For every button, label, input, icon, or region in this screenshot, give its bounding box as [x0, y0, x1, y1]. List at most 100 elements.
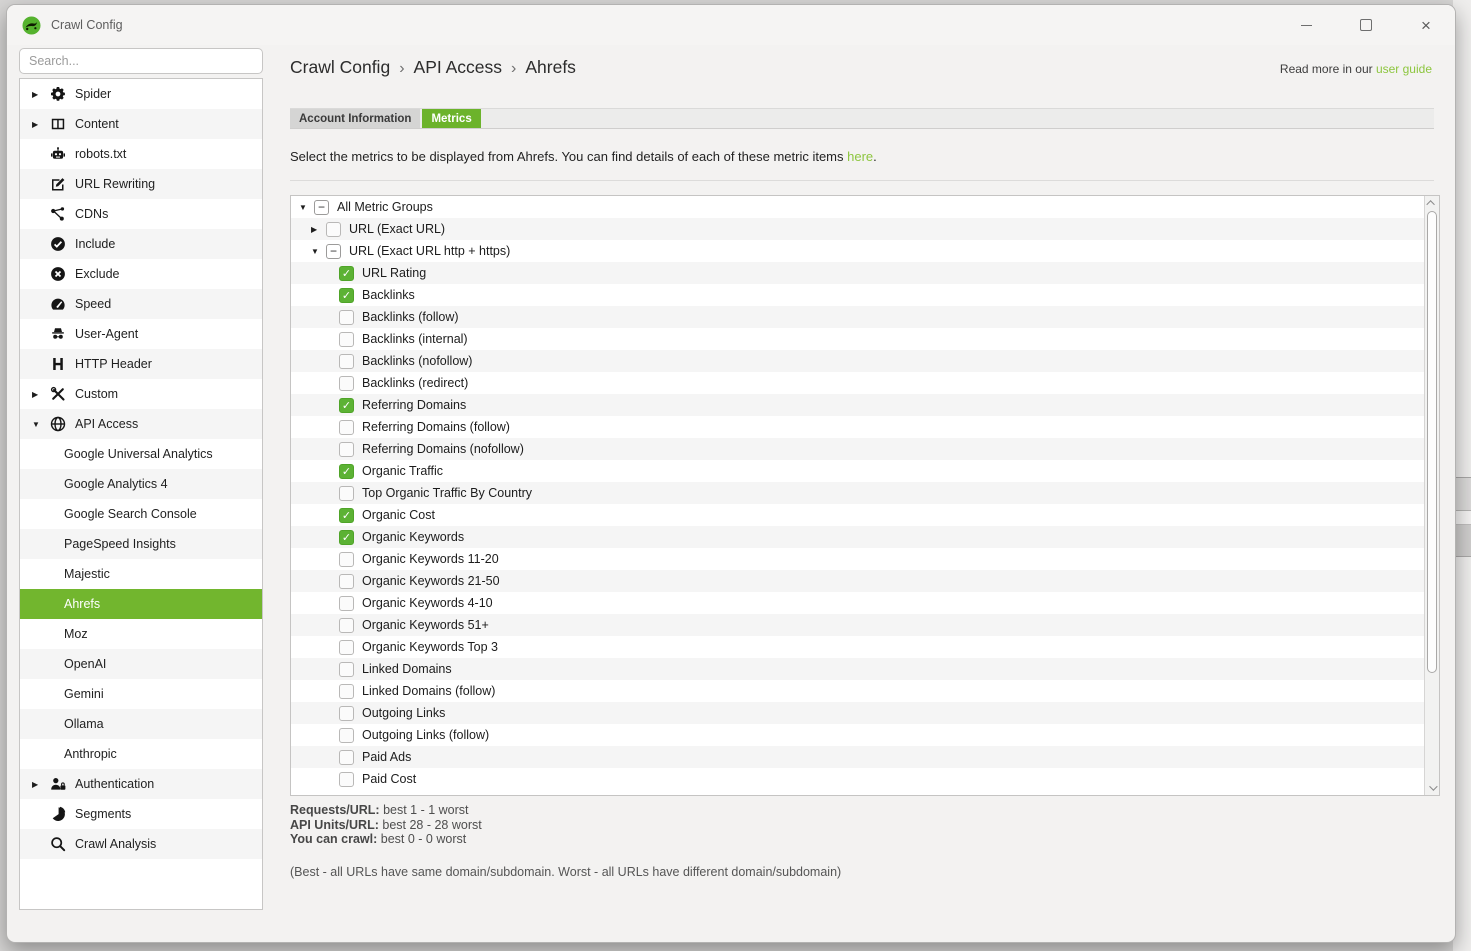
sidebar-item-gemini[interactable]: Gemini	[20, 679, 262, 709]
checkbox-unchecked[interactable]	[339, 706, 354, 721]
checkbox-unchecked[interactable]	[339, 376, 354, 391]
metric-row-organic-keywords-top-3[interactable]: Organic Keywords Top 3	[291, 636, 1424, 658]
sidebar-item-pagespeed-insights[interactable]: PageSpeed Insights	[20, 529, 262, 559]
metric-row-organic-traffic[interactable]: Organic Traffic	[291, 460, 1424, 482]
sidebar-item-http-header[interactable]: HTTP Header	[20, 349, 262, 379]
metric-row-organic-keywords-51[interactable]: Organic Keywords 51+	[291, 614, 1424, 636]
checkbox-unchecked[interactable]	[339, 486, 354, 501]
sidebar-item-crawl-analysis[interactable]: Crawl Analysis	[20, 829, 262, 859]
maximize-icon[interactable]	[1351, 11, 1381, 39]
metric-row-backlinks-redirect[interactable]: Backlinks (redirect)	[291, 372, 1424, 394]
checkbox-unchecked[interactable]	[339, 332, 354, 347]
checkbox-unchecked[interactable]	[339, 552, 354, 567]
metric-row-organic-keywords-21-50[interactable]: Organic Keywords 21-50	[291, 570, 1424, 592]
checkbox-unchecked[interactable]	[339, 618, 354, 633]
chevron-down-icon[interactable]: ▼	[32, 420, 50, 429]
chevron-right-icon[interactable]: ▶	[32, 780, 50, 789]
checkbox-unchecked[interactable]	[339, 596, 354, 611]
sidebar-item-user-agent[interactable]: User-Agent	[20, 319, 262, 349]
metric-row-organic-cost[interactable]: Organic Cost	[291, 504, 1424, 526]
close-icon[interactable]: ×	[1411, 11, 1441, 39]
metric-row-referring-domains[interactable]: Referring Domains	[291, 394, 1424, 416]
sidebar-item-authentication[interactable]: ▶ Authentication	[20, 769, 262, 799]
metric-row-paid-cost[interactable]: Paid Cost	[291, 768, 1424, 790]
chevron-down-icon[interactable]: ▼	[299, 203, 314, 212]
sidebar-item-google-universal-analytics[interactable]: Google Universal Analytics	[20, 439, 262, 469]
search-input[interactable]	[19, 48, 263, 74]
sidebar-item-anthropic[interactable]: Anthropic	[20, 739, 262, 769]
checkbox-checked[interactable]	[339, 530, 354, 545]
sidebar-item-ahrefs[interactable]: Ahrefs	[20, 589, 262, 619]
sidebar-item-exclude[interactable]: Exclude	[20, 259, 262, 289]
sidebar-item-robots-txt[interactable]: robots.txt	[20, 139, 262, 169]
sidebar-item-majestic[interactable]: Majestic	[20, 559, 262, 589]
checkbox-unchecked[interactable]	[339, 772, 354, 787]
scrollbar[interactable]	[1424, 196, 1439, 795]
checkbox-checked[interactable]	[339, 508, 354, 523]
chevron-right-icon[interactable]: ▶	[32, 390, 50, 399]
sidebar-item-google-search-console[interactable]: Google Search Console	[20, 499, 262, 529]
metric-row-outgoing-links[interactable]: Outgoing Links	[291, 702, 1424, 724]
scroll-down-icon[interactable]	[1425, 781, 1439, 795]
checkbox-unchecked[interactable]	[339, 750, 354, 765]
checkbox-unchecked[interactable]	[339, 640, 354, 655]
scroll-up-icon[interactable]	[1425, 196, 1439, 210]
metric-row-referring-domains-nofollow[interactable]: Referring Domains (nofollow)	[291, 438, 1424, 460]
tab-account-information[interactable]: Account Information	[290, 109, 420, 128]
chevron-right-icon[interactable]: ▶	[311, 225, 326, 234]
metric-row-url-exact-url-http-https[interactable]: ▼ URL (Exact URL http + https)	[291, 240, 1424, 262]
chevron-right-icon[interactable]: ▶	[32, 90, 50, 99]
metric-row-outgoing-links-follow[interactable]: Outgoing Links (follow)	[291, 724, 1424, 746]
sidebar-item-url-rewriting[interactable]: URL Rewriting	[20, 169, 262, 199]
sidebar-item-google-analytics-4[interactable]: Google Analytics 4	[20, 469, 262, 499]
scrollbar-thumb[interactable]	[1427, 211, 1437, 673]
metric-row-organic-keywords-11-20[interactable]: Organic Keywords 11-20	[291, 548, 1424, 570]
metric-row-organic-keywords[interactable]: Organic Keywords	[291, 526, 1424, 548]
sidebar-item-ollama[interactable]: Ollama	[20, 709, 262, 739]
sidebar-item-content[interactable]: ▶ Content	[20, 109, 262, 139]
metric-row-backlinks-internal[interactable]: Backlinks (internal)	[291, 328, 1424, 350]
checkbox-unchecked[interactable]	[339, 420, 354, 435]
minimize-icon[interactable]	[1291, 11, 1321, 39]
checkbox-unchecked[interactable]	[339, 442, 354, 457]
sidebar-item-speed[interactable]: Speed	[20, 289, 262, 319]
metric-row-referring-domains-follow[interactable]: Referring Domains (follow)	[291, 416, 1424, 438]
metric-row-backlinks-nofollow[interactable]: Backlinks (nofollow)	[291, 350, 1424, 372]
checkbox-indeterminate[interactable]	[326, 244, 341, 259]
metric-row-url-exact-url[interactable]: ▶ URL (Exact URL)	[291, 218, 1424, 240]
checkbox-unchecked[interactable]	[339, 728, 354, 743]
metric-row-backlinks-follow[interactable]: Backlinks (follow)	[291, 306, 1424, 328]
sidebar-item-include[interactable]: Include	[20, 229, 262, 259]
sidebar-item-segments[interactable]: Segments	[20, 799, 262, 829]
metric-row-url-rating[interactable]: URL Rating	[291, 262, 1424, 284]
metric-row-all-metric-groups[interactable]: ▼ All Metric Groups	[291, 196, 1424, 218]
tab-metrics[interactable]: Metrics	[422, 109, 480, 128]
here-link[interactable]: here	[847, 149, 873, 164]
user-guide-link[interactable]: user guide	[1376, 62, 1432, 76]
metric-row-top-organic-traffic-by-country[interactable]: Top Organic Traffic By Country	[291, 482, 1424, 504]
checkbox-unchecked[interactable]	[339, 574, 354, 589]
sidebar-item-api-access[interactable]: ▼ API Access	[20, 409, 262, 439]
checkbox-unchecked[interactable]	[339, 354, 354, 369]
checkbox-unchecked[interactable]	[339, 310, 354, 325]
metric-row-linked-domains[interactable]: Linked Domains	[291, 658, 1424, 680]
checkbox-unchecked[interactable]	[339, 662, 354, 677]
chevron-right-icon[interactable]: ▶	[32, 120, 50, 129]
sidebar-item-cdns[interactable]: CDNs	[20, 199, 262, 229]
metric-row-backlinks[interactable]: Backlinks	[291, 284, 1424, 306]
checkbox-indeterminate[interactable]	[314, 200, 329, 215]
checkbox-checked[interactable]	[339, 266, 354, 281]
checkbox-checked[interactable]	[339, 398, 354, 413]
checkbox-unchecked[interactable]	[326, 222, 341, 237]
sidebar-item-custom[interactable]: ▶ Custom	[20, 379, 262, 409]
checkbox-checked[interactable]	[339, 288, 354, 303]
metric-row-paid-ads[interactable]: Paid Ads	[291, 746, 1424, 768]
metric-row-linked-domains-follow[interactable]: Linked Domains (follow)	[291, 680, 1424, 702]
sidebar-item-spider[interactable]: ▶ Spider	[20, 79, 262, 109]
checkbox-checked[interactable]	[339, 464, 354, 479]
metric-row-organic-keywords-4-10[interactable]: Organic Keywords 4-10	[291, 592, 1424, 614]
sidebar-item-openai[interactable]: OpenAI	[20, 649, 262, 679]
chevron-down-icon[interactable]: ▼	[311, 247, 326, 256]
sidebar-item-moz[interactable]: Moz	[20, 619, 262, 649]
checkbox-unchecked[interactable]	[339, 684, 354, 699]
